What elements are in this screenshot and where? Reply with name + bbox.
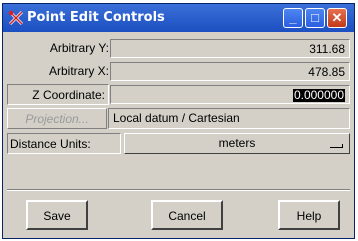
distance-units-selected: meters [218, 136, 256, 150]
point-edit-window: Point Edit Controls _ □ ✕ Arbitrary Y: 3… [2, 3, 355, 239]
distance-units-label: Distance Units: [7, 133, 121, 154]
projection-value-field: Local datum / Cartesian [108, 108, 350, 129]
save-button[interactable]: Save [26, 200, 88, 230]
z-coordinate-row: Z Coordinate: 0.000000 [7, 84, 350, 105]
point-edit-icon [7, 9, 25, 27]
z-coordinate-value: 0.000000 [292, 88, 345, 102]
window-title: Point Edit Controls [27, 10, 165, 25]
help-button[interactable]: Help [278, 200, 340, 230]
projection-button[interactable]: Projection... [7, 108, 107, 129]
distance-units-dropdown[interactable]: meters [124, 133, 350, 154]
projection-row: Projection... Local datum / Cartesian [7, 108, 350, 129]
maximize-button[interactable]: □ [305, 8, 325, 28]
maximize-icon: □ [311, 10, 319, 25]
arbitrary-y-field[interactable]: 311.68 [110, 39, 350, 58]
option-menu-indicator-icon [330, 144, 343, 148]
arbitrary-y-value: 311.68 [309, 42, 345, 56]
z-coordinate-label: Z Coordinate: [7, 84, 109, 105]
cancel-button[interactable]: Cancel [151, 200, 223, 230]
arbitrary-x-value: 478.85 [308, 65, 345, 79]
arbitrary-x-row: Arbitrary X: 478.85 [7, 61, 350, 82]
close-button[interactable]: ✕ [327, 8, 347, 28]
button-separator [7, 189, 350, 191]
close-icon: ✕ [331, 10, 343, 25]
arbitrary-x-label: Arbitrary X: [48, 64, 109, 78]
distance-units-row: Distance Units: meters [7, 133, 350, 154]
z-coordinate-field[interactable]: 0.000000 [110, 85, 350, 104]
projection-value: Local datum / Cartesian [113, 111, 240, 125]
arbitrary-y-label: Arbitrary Y: [49, 41, 109, 55]
minimize-icon: _ [289, 10, 297, 25]
arbitrary-x-field[interactable]: 478.85 [110, 62, 350, 81]
minimize-button[interactable]: _ [283, 8, 303, 28]
arbitrary-y-row: Arbitrary Y: 311.68 [7, 38, 350, 59]
title-bar[interactable]: Point Edit Controls _ □ ✕ [3, 4, 354, 32]
